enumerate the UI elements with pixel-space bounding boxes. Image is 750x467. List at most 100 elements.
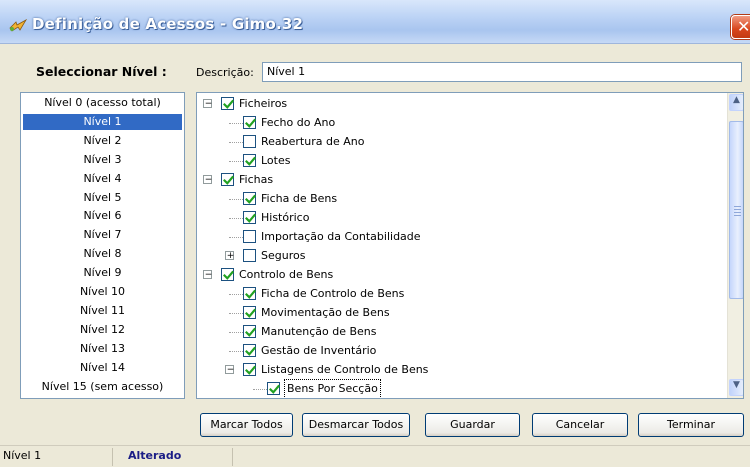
checkmark-icon	[245, 308, 256, 318]
minus-icon: −	[204, 175, 213, 185]
tree-node-label[interactable]: Seguros	[261, 247, 305, 265]
thumb-grip	[734, 206, 741, 207]
description-input[interactable]: Nível 1	[262, 62, 742, 82]
thumb-grip	[734, 209, 741, 210]
checkmark-icon	[245, 346, 256, 356]
mark-all-button[interactable]: Marcar Todos	[200, 413, 293, 437]
level-list-item[interactable]: Nível 3	[23, 152, 182, 168]
permission-checkbox[interactable]	[221, 268, 234, 281]
collapse-icon[interactable]: −	[203, 270, 212, 280]
status-divider	[112, 448, 113, 466]
minus-icon: −	[226, 365, 235, 375]
permission-checkbox[interactable]	[243, 325, 256, 338]
tree-connector	[229, 351, 243, 352]
permission-checkbox[interactable]	[221, 97, 234, 110]
level-list-item[interactable]: Nível 7	[23, 227, 182, 243]
finish-button[interactable]: Terminar	[638, 413, 744, 437]
close-icon: ✕	[737, 17, 750, 36]
level-list-item[interactable]: Nível 14	[23, 360, 182, 376]
thumb-grip	[734, 212, 741, 213]
permission-checkbox[interactable]	[243, 306, 256, 319]
collapse-icon[interactable]: −	[225, 365, 234, 375]
select-level-heading: Seleccionar Nível :	[36, 64, 167, 79]
tree-node-label[interactable]: Controlo de Bens	[239, 266, 333, 284]
level-list-item[interactable]: Nível 1	[23, 113, 182, 130]
tree-connector	[229, 123, 243, 124]
tree-node-label[interactable]: Gestão de Inventário	[261, 342, 376, 360]
tree-connector	[229, 237, 243, 238]
description-label: Descrição:	[196, 66, 254, 79]
level-list-item[interactable]: Nível 6	[23, 208, 182, 224]
tree-node-label[interactable]: Reabertura de Ano	[261, 133, 364, 151]
checkmark-icon	[245, 213, 256, 223]
tree-connector	[253, 389, 267, 390]
checkmark-icon	[245, 289, 256, 299]
level-list-item[interactable]: Nível 8	[23, 246, 182, 262]
collapse-icon[interactable]: −	[203, 175, 212, 185]
tree-node-label[interactable]: Importação da Contabilidade	[261, 228, 421, 246]
permission-checkbox[interactable]	[267, 382, 280, 395]
checkmark-icon	[245, 327, 256, 337]
level-list-item[interactable]: Nível 2	[23, 133, 182, 149]
level-list-item[interactable]: Nível 12	[23, 322, 182, 338]
tree-scrollbar[interactable]: ▲ ▼	[727, 93, 743, 398]
permission-checkbox[interactable]	[221, 173, 234, 186]
tree-node-label[interactable]: Ficha de Bens	[261, 190, 337, 208]
level-list-item[interactable]: Nível 4	[23, 171, 182, 187]
permission-checkbox[interactable]	[243, 192, 256, 205]
permission-checkbox[interactable]	[243, 116, 256, 129]
level-list-item[interactable]: Nível 15 (sem acesso)	[23, 379, 182, 395]
checkmark-icon	[223, 175, 234, 185]
tree-node-label[interactable]: Listagens de Controlo de Bens	[261, 361, 428, 379]
scroll-up-button[interactable]: ▲	[729, 94, 743, 111]
permission-checkbox[interactable]	[243, 135, 256, 148]
tree-node-label[interactable]: Fichas	[239, 171, 273, 189]
chevron-up-icon: ▲	[733, 95, 740, 105]
tree-node-label[interactable]: Histórico	[261, 209, 309, 227]
checkmark-icon	[269, 384, 280, 394]
close-button[interactable]: ✕	[731, 15, 750, 39]
level-list-item[interactable]: Nível 5	[23, 190, 182, 206]
level-list[interactable]: Nível 0 (acesso total) Nível 1 Nível 2 Níve…	[20, 92, 185, 399]
scroll-down-button[interactable]: ▼	[729, 379, 743, 396]
unmark-all-button[interactable]: Desmarcar Todos	[302, 413, 410, 437]
checkmark-icon	[245, 156, 256, 166]
permission-checkbox[interactable]	[243, 154, 256, 167]
level-list-item[interactable]: Nível 9	[23, 265, 182, 281]
permission-checkbox[interactable]	[243, 363, 256, 376]
level-list-item[interactable]: Nível 0 (acesso total)	[23, 95, 182, 111]
tree-connector	[229, 332, 243, 333]
permission-checkbox[interactable]	[243, 287, 256, 300]
collapse-icon[interactable]: −	[203, 99, 212, 109]
access-definition-window: Definição de Acessos - Gimo.32 ✕ Selecci…	[0, 0, 750, 467]
tree-node-label[interactable]: Fecho do Ano	[261, 114, 335, 132]
level-list-item[interactable]: Nível 10	[23, 284, 182, 300]
tree-connector	[229, 142, 243, 143]
permission-checkbox[interactable]	[243, 230, 256, 243]
tree-node-label[interactable]: Ficha de Controlo de Bens	[261, 285, 404, 303]
permissions-tree[interactable]: ▲ ▼ − Ficheiros Fecho do Ano Reabertura de …	[196, 92, 744, 399]
tree-node-label[interactable]: Manutenção de Bens	[261, 323, 377, 341]
save-button[interactable]: Guardar	[425, 413, 520, 437]
tree-node-label[interactable]: Movimentação de Bens	[261, 304, 390, 322]
cancel-button[interactable]: Cancelar	[532, 413, 628, 437]
title-bar[interactable]: Definição de Acessos - Gimo.32 ✕	[0, 0, 750, 44]
tree-connector	[229, 294, 243, 295]
permission-checkbox[interactable]	[243, 344, 256, 357]
expand-icon[interactable]: +	[225, 251, 234, 261]
chevron-down-icon: ▼	[733, 380, 740, 390]
status-state: Alterado	[128, 449, 182, 462]
status-bar: Nível 1 Alterado	[0, 445, 750, 467]
tree-node-label[interactable]: Bens Por Secção	[284, 379, 381, 398]
checkmark-icon	[245, 365, 256, 375]
tree-connector	[229, 218, 243, 219]
level-list-item[interactable]: Nível 13	[23, 341, 182, 357]
permission-checkbox[interactable]	[243, 211, 256, 224]
level-list-item[interactable]: Nível 11	[23, 303, 182, 319]
tree-node-label[interactable]: Ficheiros	[239, 95, 287, 113]
app-icon	[9, 18, 28, 32]
status-divider	[232, 448, 233, 466]
scroll-thumb[interactable]	[729, 121, 743, 299]
permission-checkbox[interactable]	[243, 249, 256, 262]
tree-node-label[interactable]: Lotes	[261, 152, 290, 170]
